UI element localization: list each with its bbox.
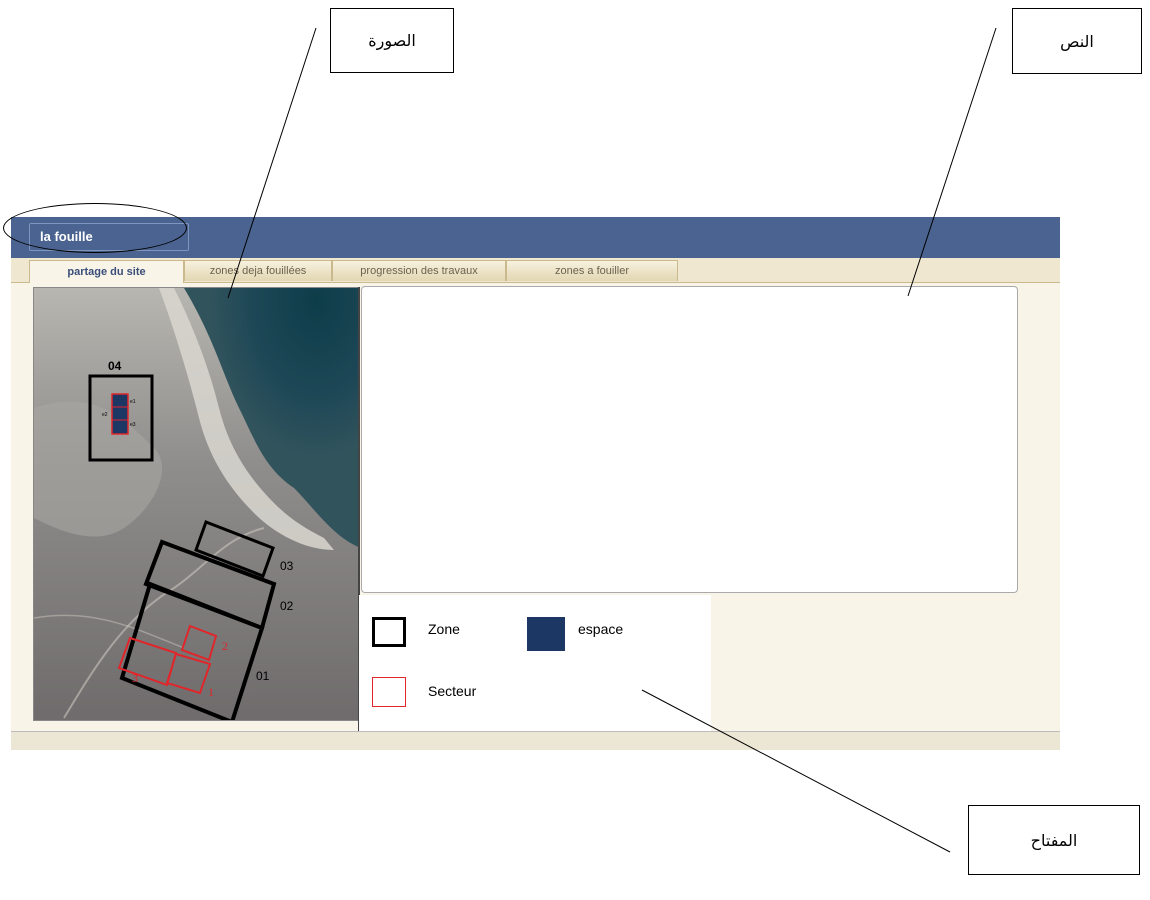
title-bar: la fouille — [3, 203, 1060, 258]
tab-zones-deja-fouillees[interactable]: zones deja fouillées — [184, 260, 332, 281]
text-callout: النص — [1012, 8, 1142, 74]
space-label: e2 — [102, 412, 108, 418]
zone-swatch — [372, 617, 406, 647]
zone-label-04: 04 — [108, 359, 122, 373]
zone-label-01: 01 — [256, 669, 270, 683]
espace-swatch — [527, 617, 565, 651]
tab-label: partage du site — [67, 266, 146, 278]
sector-label: 2 — [222, 639, 228, 653]
text-callout-label: النص — [1060, 31, 1094, 51]
image-callout: الصورة — [330, 8, 454, 73]
tab-bar: partage du site zones deja fouillées pro… — [11, 258, 1060, 283]
window-title: la fouille — [40, 229, 93, 244]
space-block[interactable] — [111, 393, 129, 435]
site-map-image[interactable]: 04 e2 e1 e3 03 02 01 1 2 3 — [33, 287, 360, 721]
space-label: e3 — [130, 422, 136, 428]
secteur-swatch — [372, 677, 406, 707]
tab-label: progression des travaux — [360, 265, 478, 277]
sector-label: 1 — [208, 685, 214, 699]
tab-partage-du-site[interactable]: partage du site — [29, 260, 184, 283]
sector-label: 3 — [132, 671, 138, 685]
app-window: la fouille partage du site zones deja fo… — [3, 203, 1060, 750]
tab-zones-a-fouiller[interactable]: zones a fouiller — [506, 260, 678, 281]
tab-label: zones a fouiller — [555, 265, 629, 277]
zone-label-03: 03 — [280, 559, 294, 573]
secteur-legend-label: Secteur — [428, 683, 477, 699]
image-callout-label: الصورة — [368, 31, 416, 50]
space-label: e1 — [130, 399, 136, 405]
zone-label-02: 02 — [280, 599, 294, 613]
tab-progression-des-travaux[interactable]: progression des travaux — [332, 260, 506, 281]
window-title-box[interactable]: la fouille — [29, 223, 189, 251]
legend-panel: Zone espace Secteur — [359, 595, 711, 733]
key-callout: المفتاح — [968, 805, 1140, 875]
status-strip — [11, 731, 1060, 750]
site-map-svg: 04 e2 e1 e3 03 02 01 1 2 3 — [34, 288, 359, 720]
zone-legend-label: Zone — [428, 621, 460, 637]
tab-label: zones deja fouillées — [209, 265, 307, 277]
text-area-panel[interactable] — [361, 286, 1018, 593]
key-callout-label: المفتاح — [1030, 830, 1078, 850]
espace-legend-label: espace — [578, 621, 624, 637]
